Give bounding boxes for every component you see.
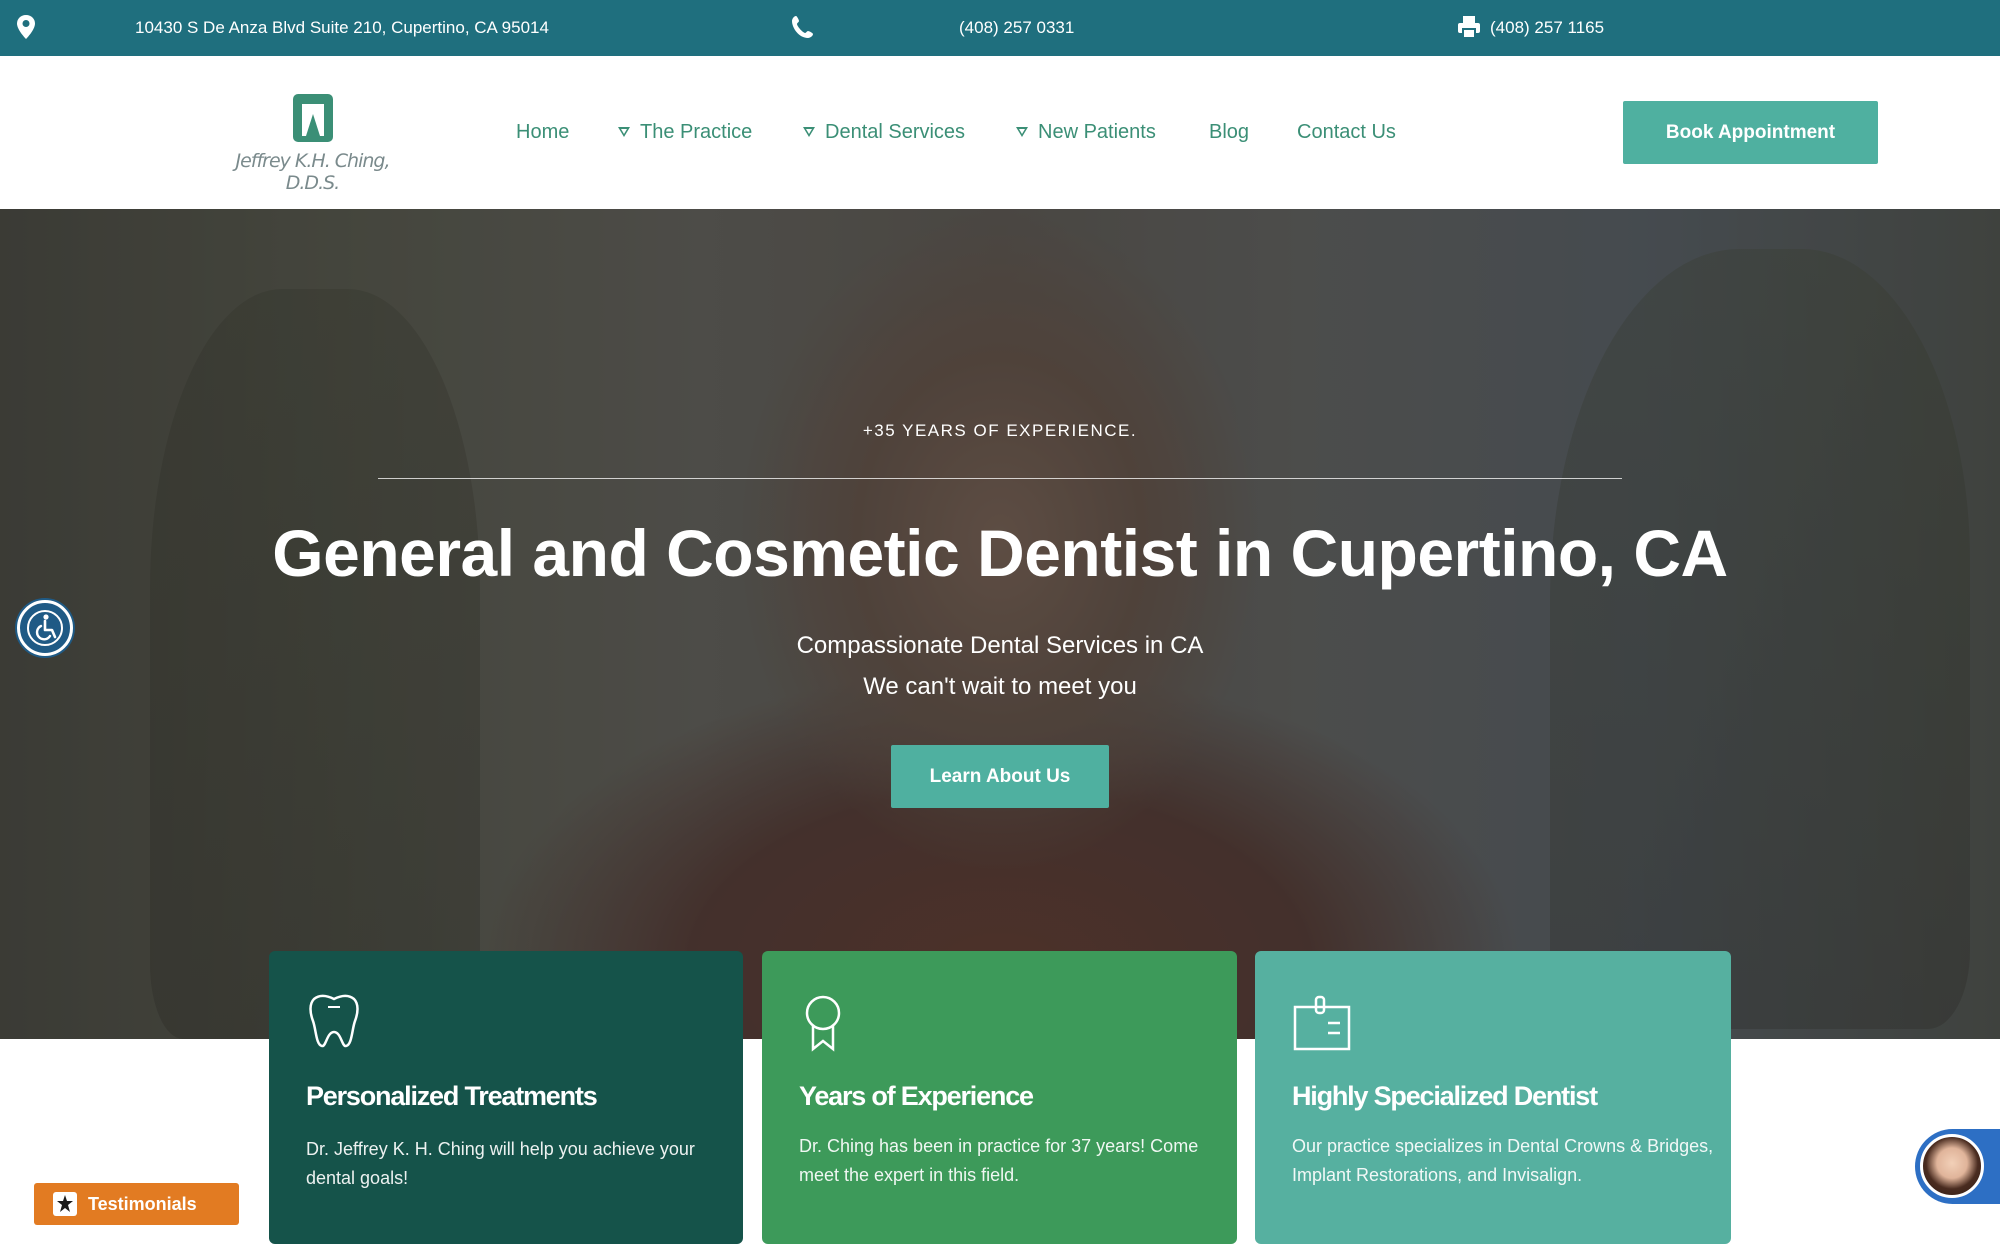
book-appointment-button[interactable]: Book Appointment [1623, 101, 1878, 164]
dropdown-caret-icon [803, 127, 815, 137]
logo[interactable]: Jeffrey K.H. Ching, D.D.S. [220, 92, 405, 194]
accessibility-icon [27, 610, 63, 646]
map-pin-icon [15, 14, 37, 45]
nav-blog[interactable]: Blog [1209, 112, 1249, 152]
testimonials-badge-icon [52, 1191, 78, 1217]
top-contact-bar: 10430 S De Anza Blvd Suite 210, Cupertin… [0, 0, 2000, 56]
nav-the-practice[interactable]: The Practice [618, 112, 752, 152]
nav-new-patients-label: New Patients [1038, 120, 1156, 143]
nav-dental-services-label: Dental Services [825, 120, 966, 143]
award-ribbon-icon [799, 993, 847, 1058]
nav-new-patients[interactable]: New Patients [1016, 112, 1156, 152]
card-title: Personalized Treatments [306, 1081, 598, 1111]
nav-blog-label: Blog [1209, 120, 1250, 143]
id-badge-icon [1292, 993, 1352, 1058]
address-link[interactable]: 10430 S De Anza Blvd Suite 210, Cupertin… [135, 0, 549, 56]
card-title: Highly Specialized Dentist [1292, 1081, 1598, 1111]
dropdown-caret-icon [1016, 127, 1028, 137]
hero-section: +35 YEARS OF EXPERIENCE. General and Cos… [0, 209, 2000, 1039]
testimonials-button[interactable]: Testimonials [34, 1183, 239, 1225]
hero-divider [378, 478, 1622, 479]
card-title: Years of Experience [799, 1081, 1034, 1111]
hero-title: General and Cosmetic Dentist in Cupertin… [272, 516, 1728, 590]
chat-widget-button[interactable] [1915, 1129, 2000, 1204]
logo-tooth-icon [293, 94, 333, 142]
site-header: Jeffrey K.H. Ching, D.D.S. Home The Prac… [0, 56, 2000, 209]
hero-subtitle-line-2: We can't wait to meet you [863, 673, 1137, 700]
learn-about-us-button[interactable]: Learn About Us [891, 745, 1109, 808]
testimonials-label: Testimonials [88, 1193, 197, 1214]
nav-home-label: Home [516, 120, 570, 143]
phone-icon [790, 14, 816, 45]
dropdown-caret-icon [618, 127, 630, 137]
card-text: Dr. Ching has been in practice for 37 ye… [799, 1136, 1199, 1185]
nav-dental-services[interactable]: Dental Services [803, 112, 965, 152]
card-text: Dr. Jeffrey K. H. Ching will help you ac… [306, 1139, 695, 1188]
nav-contact-us-label: Contact Us [1297, 120, 1396, 143]
nav-home[interactable]: Home [516, 112, 569, 152]
logo-wordmark: Jeffrey K.H. Ching, D.D.S. [235, 150, 390, 194]
accessibility-button[interactable] [17, 600, 73, 656]
feature-card-personalized: Personalized Treatments Dr. Jeffrey K. H… [269, 951, 743, 1244]
feature-card-specialized: Highly Specialized Dentist Our practice … [1255, 951, 1731, 1244]
fax-number: (408) 257 1165 [1490, 18, 1605, 37]
hero-subtitle: Compassionate Dental Services in CA We c… [0, 625, 2000, 707]
tooth-icon [306, 993, 362, 1056]
hero-kicker: +35 YEARS OF EXPERIENCE. [862, 421, 1138, 440]
card-text: Our practice specializes in Dental Crown… [1292, 1136, 1714, 1185]
feature-card-experience: Years of Experience Dr. Ching has been i… [762, 951, 1237, 1244]
nav-contact-us[interactable]: Contact Us [1297, 112, 1396, 152]
hero-overlay [0, 209, 2000, 1039]
nav-the-practice-label: The Practice [640, 120, 753, 143]
hero-subtitle-line-1: Compassionate Dental Services in CA [796, 632, 1204, 659]
phone-link[interactable]: (408) 257 0331 [959, 0, 1074, 56]
chat-agent-avatar [1920, 1134, 1984, 1198]
printer-fax-icon [1456, 14, 1482, 45]
